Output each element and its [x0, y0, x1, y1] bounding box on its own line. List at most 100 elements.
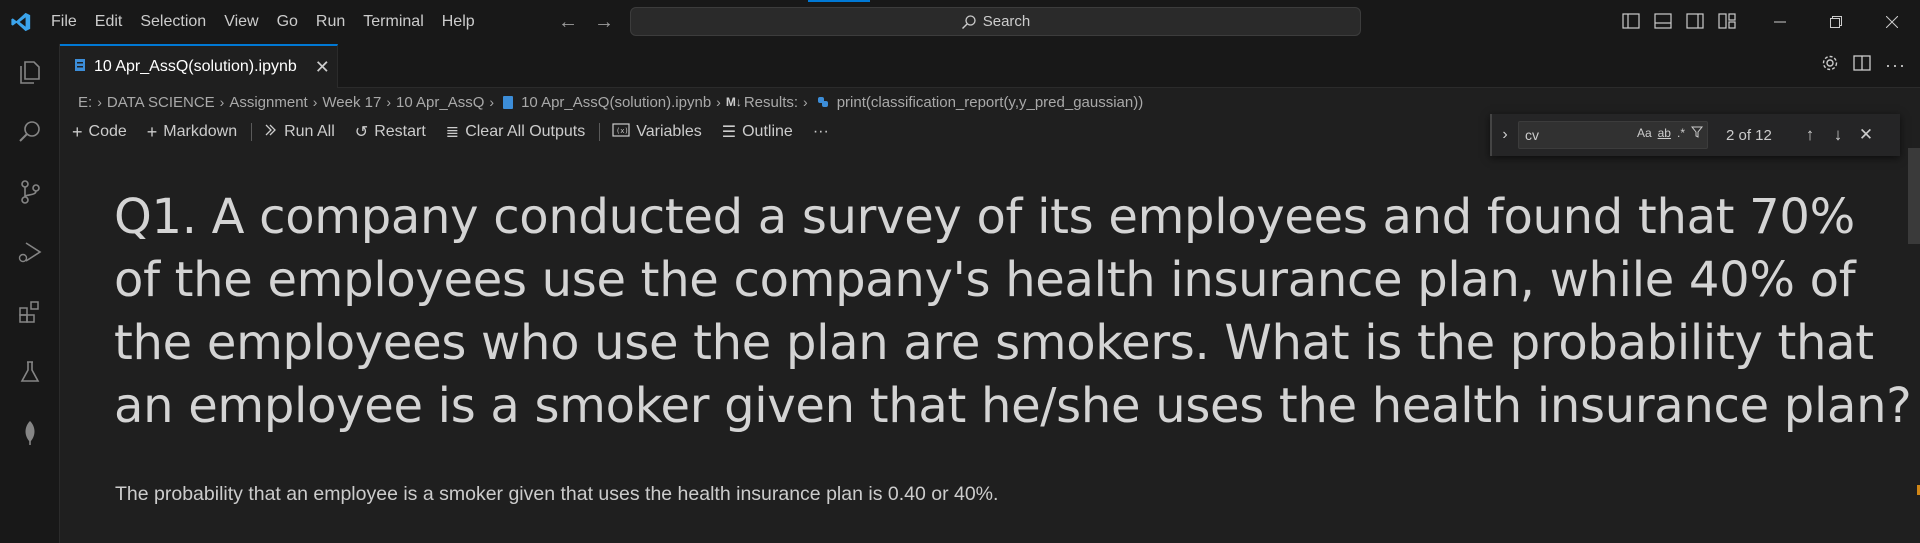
close-find-icon[interactable]: ✕	[1852, 125, 1880, 145]
chevron-right-icon: ›	[312, 94, 318, 110]
close-window-icon[interactable]	[1864, 0, 1920, 44]
customize-layout-icon[interactable]	[1716, 10, 1738, 32]
clear-all-outputs-button[interactable]: ≣ Clear All Outputs	[446, 122, 585, 142]
editor-tab-bar: 10 Apr_AssQ(solution).ipynb ✕ ···	[60, 44, 1920, 88]
explorer-icon[interactable]	[12, 54, 48, 90]
search-accent-line	[808, 0, 870, 2]
menu-edit[interactable]: Edit	[86, 0, 132, 44]
notebook-toolbar: + Code + Markdown Run All ↺ Restart ≣ Clear …	[72, 118, 849, 146]
chevron-right-icon: ›	[716, 94, 721, 110]
chevron-right-icon: ›	[803, 94, 808, 110]
testing-flask-icon[interactable]	[12, 354, 48, 390]
run-and-debug-icon[interactable]	[12, 234, 48, 270]
python-icon	[817, 96, 829, 108]
restore-icon[interactable]	[1808, 0, 1864, 44]
regex-toggle[interactable]: .*	[1677, 126, 1685, 141]
breadcrumb-item[interactable]: 10 Apr_AssQ	[396, 94, 484, 111]
match-count: 2 of 12	[1726, 126, 1772, 144]
more-actions-icon[interactable]: ···	[1885, 55, 1906, 76]
breadcrumb-item[interactable]: E:	[78, 94, 92, 111]
toggle-secondary-sidebar-icon[interactable]	[1684, 10, 1706, 32]
chevron-right-icon: ›	[219, 94, 225, 110]
breadcrumb-item[interactable]: 10 Apr_AssQ(solution).ipynb	[521, 94, 711, 111]
clear-all-label: Clear All Outputs	[465, 123, 586, 140]
variables-button[interactable]: (x) Variables	[612, 122, 702, 142]
search-label: Search	[982, 13, 1031, 30]
outline-label: Outline	[742, 123, 793, 140]
filter-icon[interactable]	[1690, 126, 1704, 141]
menu-file[interactable]: File	[42, 0, 86, 44]
next-match-icon[interactable]: ↓	[1824, 125, 1852, 145]
title-bar: File Edit Selection View Go Run Terminal…	[0, 0, 1920, 44]
chevron-right-icon: ›	[489, 94, 495, 110]
breadcrumb-item[interactable]: Assignment	[229, 94, 307, 111]
find-input[interactable]: cv Aa ab .*	[1518, 121, 1708, 149]
find-options: Aa ab .*	[1637, 126, 1704, 141]
toggle-replace-chevron-icon[interactable]: ›	[1492, 126, 1518, 144]
find-widget: › cv Aa ab .* 2 of 12 ↑ ↓ ✕	[1490, 114, 1900, 156]
menu-terminal[interactable]: Terminal	[354, 0, 432, 44]
menu-view[interactable]: View	[215, 0, 267, 44]
add-markdown-label: Markdown	[163, 123, 238, 140]
variables-label: Variables	[636, 123, 702, 140]
toggle-panel-icon[interactable]	[1652, 10, 1674, 32]
breadcrumb-item[interactable]: Week 17	[322, 94, 381, 111]
outline-icon: ☰	[721, 124, 737, 141]
previous-match-icon[interactable]: ↑	[1796, 125, 1824, 145]
markdown-answer-text: The probability that an employee is a sm…	[115, 483, 999, 505]
command-center-search[interactable]: Search	[630, 7, 1361, 36]
restart-icon: ↺	[354, 124, 369, 141]
breadcrumb-item[interactable]: print(classification_report(y,y_pred_gau…	[837, 94, 1144, 111]
notebook-file-icon	[74, 58, 86, 77]
breadcrumb: E: › DATA SCIENCE › Assignment › Week 17 › 1…	[78, 90, 1143, 114]
menu-run[interactable]: Run	[307, 0, 354, 44]
plus-icon: +	[146, 121, 158, 142]
breadcrumb-item[interactable]: DATA SCIENCE	[107, 94, 215, 111]
add-markdown-cell-button[interactable]: + Markdown	[147, 122, 237, 143]
split-editor-icon[interactable]	[1853, 55, 1871, 76]
plus-icon: +	[72, 121, 83, 142]
toggle-primary-sidebar-icon[interactable]	[1620, 10, 1642, 32]
search-icon	[961, 14, 976, 29]
whole-word-toggle[interactable]: ab	[1658, 126, 1671, 141]
add-code-label: Code	[88, 123, 127, 140]
menu-bar: File Edit Selection View Go Run Terminal…	[42, 0, 484, 44]
restart-button[interactable]: ↺ Restart	[355, 122, 426, 142]
run-all-button[interactable]: Run All	[264, 123, 335, 142]
menu-selection[interactable]: Selection	[131, 0, 215, 44]
notebook-file-icon	[503, 95, 514, 109]
source-control-icon[interactable]	[12, 174, 48, 210]
chevron-right-icon: ›	[97, 94, 102, 110]
mongodb-leaf-icon[interactable]	[12, 414, 48, 450]
gear-icon[interactable]	[1821, 54, 1839, 77]
forward-arrow-icon[interactable]: →	[594, 11, 614, 34]
outline-button[interactable]: ☰ Outline	[722, 122, 793, 142]
vscode-logo-icon	[0, 0, 42, 44]
match-case-toggle[interactable]: Aa	[1637, 126, 1652, 141]
activity-bar	[0, 44, 60, 543]
run-all-icon	[264, 123, 278, 142]
minimize-icon[interactable]	[1752, 0, 1808, 44]
toolbar-divider	[599, 123, 601, 141]
tab-close-icon[interactable]: ✕	[315, 57, 330, 78]
markdown-badge-icon: M↓	[725, 95, 742, 109]
layout-controls	[1620, 10, 1738, 32]
menu-help[interactable]: Help	[433, 0, 484, 44]
run-all-label: Run All	[284, 123, 335, 140]
extensions-icon[interactable]	[12, 294, 48, 330]
markdown-heading: Q1. A company conducted a survey of its …	[114, 189, 1912, 434]
search-view-icon[interactable]	[12, 114, 48, 150]
more-toolbar-actions[interactable]: ···	[813, 123, 829, 141]
breadcrumb-item[interactable]: Results:	[744, 94, 798, 111]
window-controls	[1752, 0, 1920, 44]
back-arrow-icon[interactable]: ←	[558, 11, 578, 34]
chevron-right-icon: ›	[386, 94, 391, 110]
toolbar-divider	[251, 123, 253, 141]
restart-label: Restart	[374, 123, 426, 140]
variables-icon: (x)	[612, 122, 630, 142]
menu-go[interactable]: Go	[268, 0, 307, 44]
add-code-cell-button[interactable]: + Code	[72, 122, 127, 143]
navigation-arrows: ← →	[558, 0, 614, 44]
find-input-value: cv	[1525, 127, 1539, 143]
tab-notebook[interactable]: 10 Apr_AssQ(solution).ipynb ✕	[60, 44, 338, 88]
